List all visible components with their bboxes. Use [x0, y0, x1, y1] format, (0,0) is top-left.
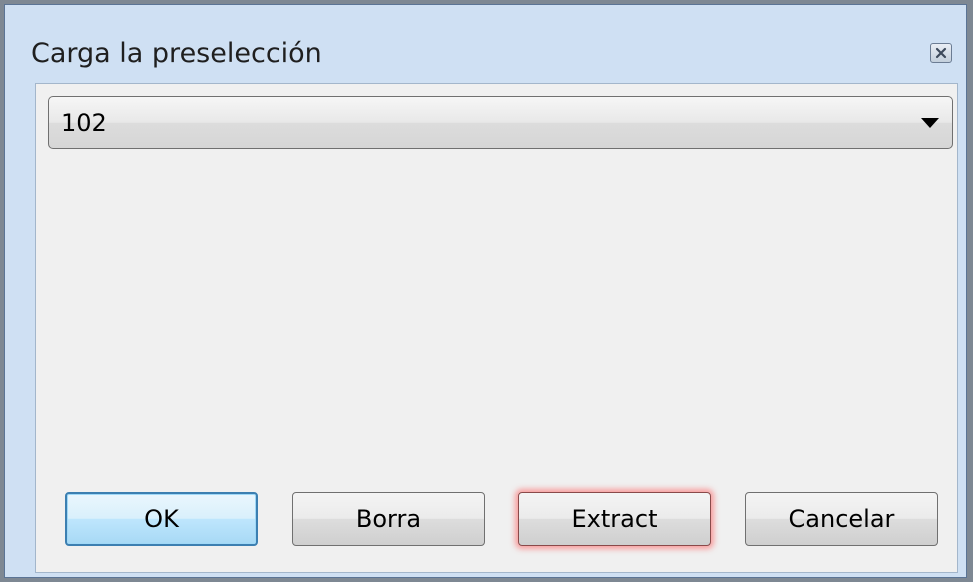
extract-button[interactable]: Extract	[518, 492, 711, 546]
cancel-button[interactable]: Cancelar	[745, 492, 938, 546]
delete-button[interactable]: Borra	[292, 492, 485, 546]
dropdown-arrow-icon[interactable]	[921, 118, 939, 128]
title-bar[interactable]: Carga la preselección	[5, 5, 966, 83]
window-title: Carga la preselección	[31, 38, 322, 69]
ok-button[interactable]: OK	[65, 492, 258, 546]
dialog-window: Carga la preselección 102 OK Borra Extra…	[0, 0, 973, 582]
dialog-content: 102 OK Borra Extract Cancelar	[35, 83, 958, 573]
close-button[interactable]	[930, 43, 952, 63]
preset-dropdown[interactable]: 102	[48, 96, 953, 149]
dialog-frame: Carga la preselección 102 OK Borra Extra…	[4, 4, 967, 578]
close-icon	[935, 47, 947, 59]
preset-dropdown-value: 102	[61, 108, 107, 137]
